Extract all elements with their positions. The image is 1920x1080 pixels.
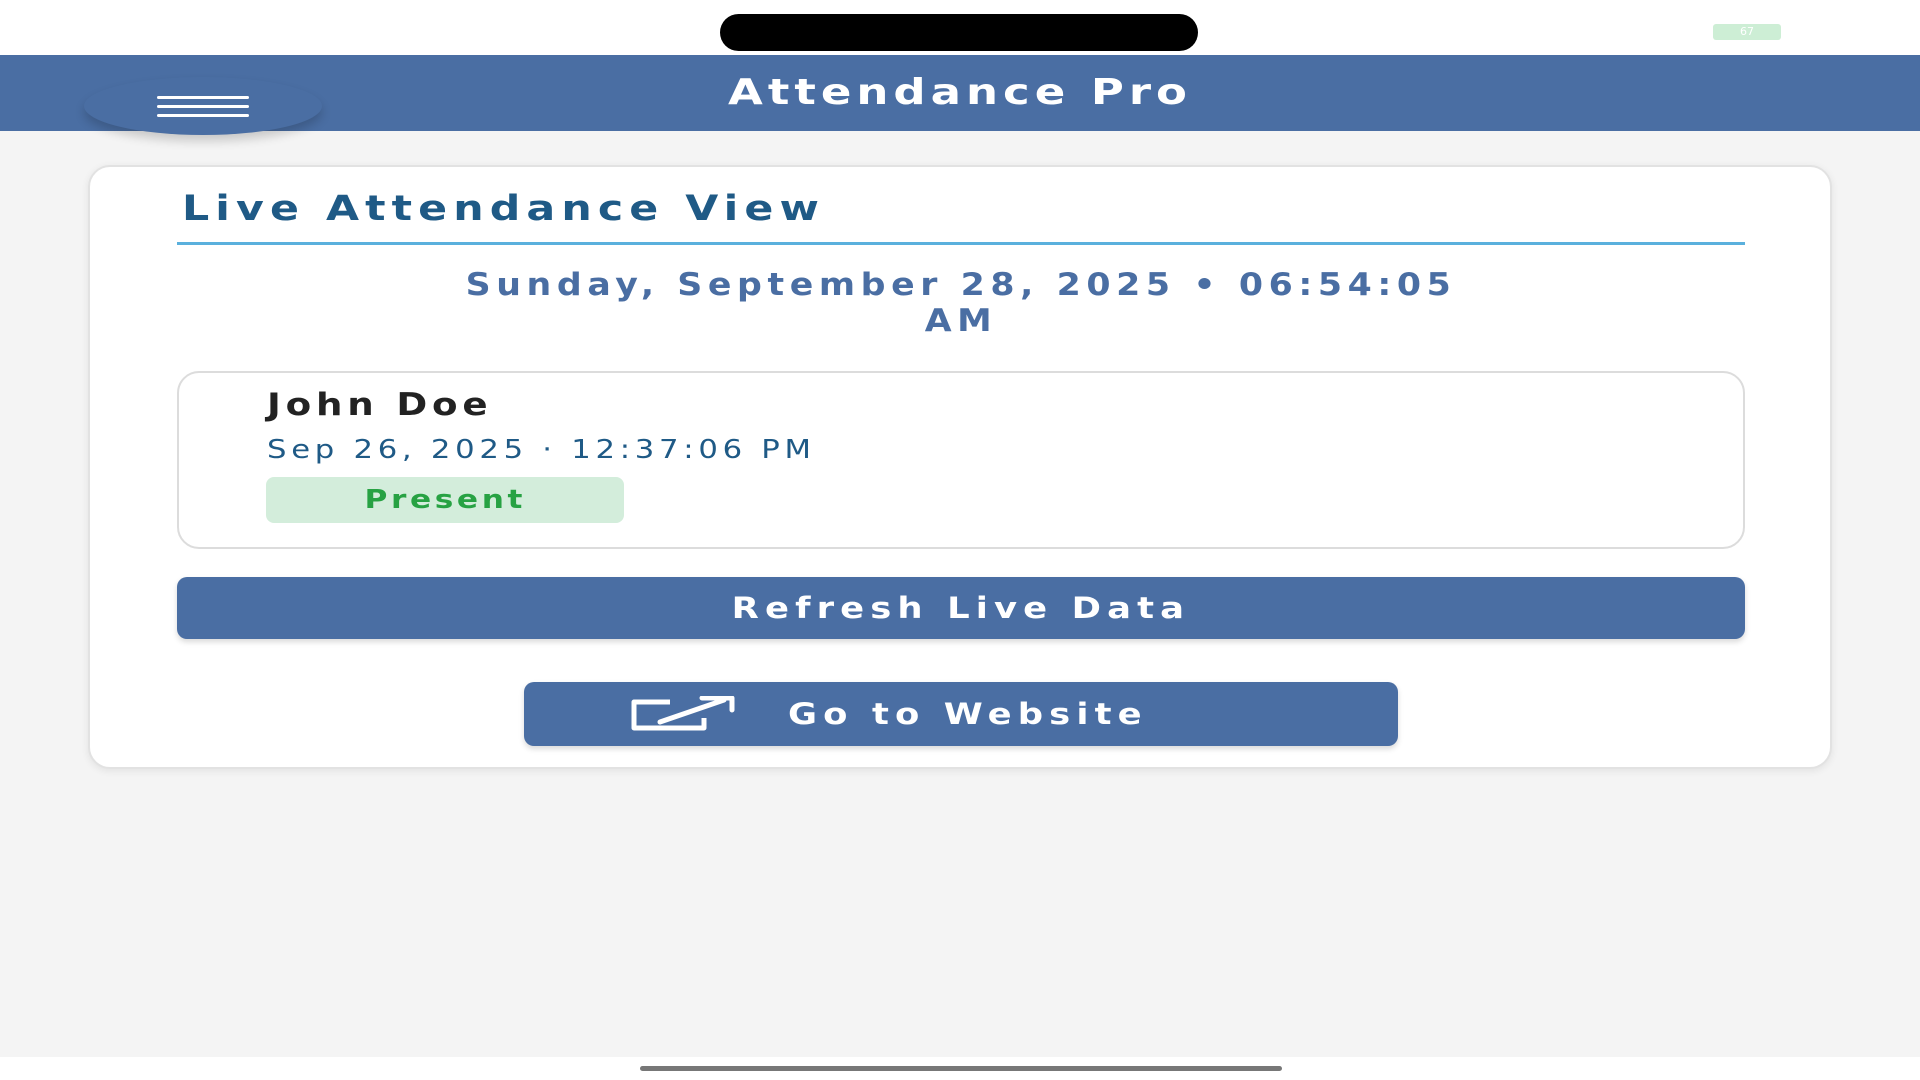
record-name: John Doe <box>267 387 493 423</box>
app-header: Attendance Pro <box>0 55 1920 135</box>
title-divider <box>177 242 1745 245</box>
home-indicator[interactable] <box>640 1066 1282 1071</box>
refresh-live-data-button[interactable]: Refresh Live Data <box>177 577 1745 639</box>
card-title: Live Attendance View <box>182 189 825 229</box>
hamburger-menu-icon <box>157 104 249 108</box>
live-attendance-card: Live Attendance View Sunday, September 2… <box>88 165 1832 769</box>
website-button-label: Go to Website <box>788 697 1148 731</box>
status-badge: Present <box>266 477 624 523</box>
battery-icon: 67 <box>1713 24 1781 40</box>
datetime-line-2: AM <box>924 303 998 339</box>
attendance-record: John Doe Sep 26, 2025 · 12:37:06 PM Pres… <box>177 371 1745 549</box>
external-link-icon <box>631 696 735 731</box>
menu-button[interactable] <box>84 77 322 135</box>
current-datetime: Sunday, September 28, 2025 • 06:54:05 AM <box>177 267 1745 339</box>
status-bar: 67 <box>0 0 1920 55</box>
refresh-button-label: Refresh Live Data <box>731 591 1191 625</box>
status-badge-label: Present <box>364 485 526 515</box>
hamburger-menu-icon <box>157 113 249 117</box>
dynamic-island <box>720 14 1198 51</box>
record-timestamp: Sep 26, 2025 · 12:37:06 PM <box>267 435 816 465</box>
go-to-website-button[interactable]: Go to Website <box>524 682 1398 746</box>
hamburger-menu-icon <box>157 95 249 99</box>
datetime-line-1: Sunday, September 28, 2025 • 06:54:05 <box>465 267 1457 303</box>
